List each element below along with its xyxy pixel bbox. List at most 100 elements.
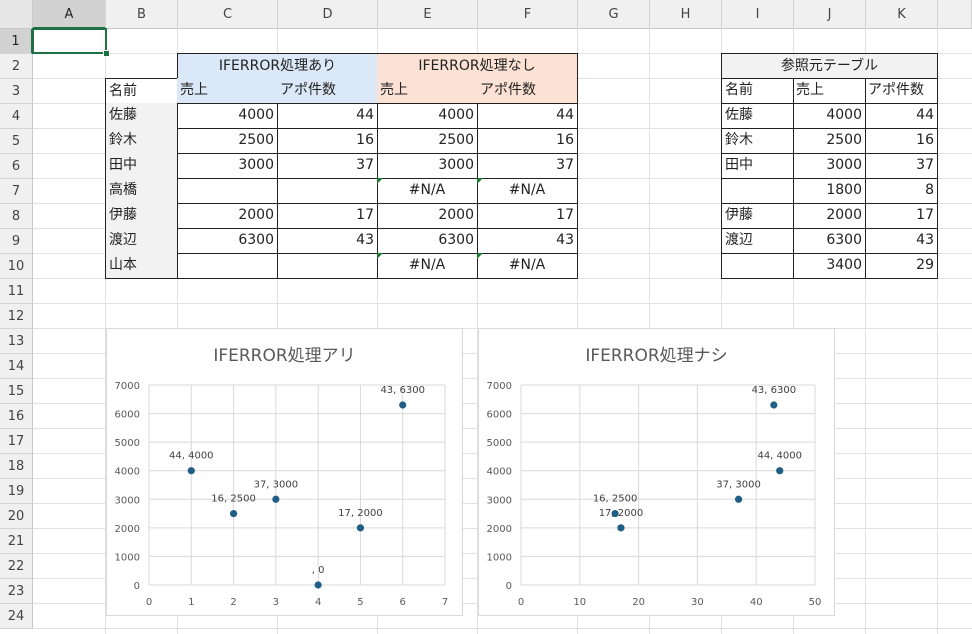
column-header-d[interactable]: D <box>278 0 378 29</box>
ref-appo-cell[interactable]: 17 <box>865 203 938 229</box>
header-sales-without[interactable]: 売上 <box>377 78 478 104</box>
column-header-c[interactable]: C <box>178 0 278 29</box>
row-header-1[interactable]: 1 <box>0 29 33 54</box>
ref-name-cell[interactable] <box>721 178 794 204</box>
column-header-e[interactable]: E <box>378 0 478 29</box>
sales-without-cell[interactable]: 2500 <box>377 128 478 154</box>
row-header-13[interactable]: 13 <box>0 329 33 354</box>
sales-without-cell[interactable]: #N/A <box>377 253 478 279</box>
column-header-a[interactable]: A <box>33 0 106 29</box>
ref-name-cell[interactable] <box>721 253 794 279</box>
chart-with-iferror[interactable]: IFERROR処理アリ 0 1000 2000 3000 4000 5000 6000 7000… <box>106 328 463 616</box>
ref-name-cell[interactable]: 伊藤 <box>721 203 794 229</box>
ref-header-sales[interactable]: 売上 <box>793 78 866 104</box>
appo-without-cell[interactable]: 43 <box>477 228 578 254</box>
ref-name-cell[interactable]: 渡辺 <box>721 228 794 254</box>
spreadsheet-grid[interactable]: A B C D E F G H I J K 1 2 3 4 5 6 7 8 9 10 11 12 13 14 15 16 17 18 19… <box>0 0 972 634</box>
ref-name-cell[interactable]: 鈴木 <box>721 128 794 154</box>
column-header-l[interactable] <box>938 0 972 29</box>
sales-without-cell[interactable]: 4000 <box>377 103 478 129</box>
name-cell[interactable]: 山本 <box>105 253 178 279</box>
appo-without-cell[interactable]: #N/A <box>477 253 578 279</box>
column-header-i[interactable]: I <box>722 0 794 29</box>
column-header-j[interactable]: J <box>794 0 866 29</box>
name-cell[interactable]: 田中 <box>105 153 178 179</box>
ref-appo-cell[interactable]: 37 <box>865 153 938 179</box>
ref-sales-cell[interactable]: 2000 <box>793 203 866 229</box>
sales-without-cell[interactable]: 3000 <box>377 153 478 179</box>
ref-header-name[interactable]: 名前 <box>721 78 794 104</box>
row-header-9[interactable]: 9 <box>0 229 33 254</box>
appo-with-cell[interactable]: 37 <box>277 153 378 179</box>
row-header-18[interactable]: 18 <box>0 454 33 479</box>
row-header-20[interactable]: 20 <box>0 504 33 529</box>
sales-with-cell[interactable]: 6300 <box>177 228 278 254</box>
table-header-with-iferror[interactable]: IFERROR処理あり <box>177 53 378 79</box>
appo-without-cell[interactable]: #N/A <box>477 178 578 204</box>
ref-appo-cell[interactable]: 16 <box>865 128 938 154</box>
appo-with-cell[interactable]: 17 <box>277 203 378 229</box>
row-header-17[interactable]: 17 <box>0 429 33 454</box>
ref-name-cell[interactable]: 佐藤 <box>721 103 794 129</box>
table-header-without-iferror[interactable]: IFERROR処理なし <box>377 53 578 79</box>
appo-without-cell[interactable]: 44 <box>477 103 578 129</box>
appo-with-cell[interactable]: 16 <box>277 128 378 154</box>
ref-appo-cell[interactable]: 43 <box>865 228 938 254</box>
ref-appo-cell[interactable]: 29 <box>865 253 938 279</box>
row-header-23[interactable]: 23 <box>0 579 33 604</box>
ref-name-cell[interactable]: 田中 <box>721 153 794 179</box>
row-header-16[interactable]: 16 <box>0 404 33 429</box>
row-header-22[interactable]: 22 <box>0 554 33 579</box>
header-appo-with[interactable]: アポ件数 <box>277 78 378 104</box>
header-sales-with[interactable]: 売上 <box>177 78 278 104</box>
ref-sales-cell[interactable]: 4000 <box>793 103 866 129</box>
ref-sales-cell[interactable]: 6300 <box>793 228 866 254</box>
appo-without-cell[interactable]: 17 <box>477 203 578 229</box>
appo-without-cell[interactable]: 16 <box>477 128 578 154</box>
ref-appo-cell[interactable]: 8 <box>865 178 938 204</box>
row-header-3[interactable]: 3 <box>0 79 33 104</box>
appo-without-cell[interactable]: 37 <box>477 153 578 179</box>
column-header-f[interactable]: F <box>478 0 578 29</box>
row-header-5[interactable]: 5 <box>0 129 33 154</box>
row-header-8[interactable]: 8 <box>0 204 33 229</box>
column-header-k[interactable]: K <box>866 0 938 29</box>
ref-appo-cell[interactable]: 44 <box>865 103 938 129</box>
header-name[interactable]: 名前 <box>105 78 178 104</box>
column-header-h[interactable]: H <box>650 0 722 29</box>
active-cell-a1[interactable] <box>32 28 107 54</box>
sales-without-cell[interactable]: 6300 <box>377 228 478 254</box>
appo-with-cell[interactable] <box>277 178 378 204</box>
row-header-15[interactable]: 15 <box>0 379 33 404</box>
row-header-2[interactable]: 2 <box>0 54 33 79</box>
row-header-6[interactable]: 6 <box>0 154 33 179</box>
sales-with-cell[interactable]: 4000 <box>177 103 278 129</box>
sales-without-cell[interactable]: 2000 <box>377 203 478 229</box>
sales-with-cell[interactable]: 2500 <box>177 128 278 154</box>
appo-with-cell[interactable] <box>277 253 378 279</box>
ref-sales-cell[interactable]: 1800 <box>793 178 866 204</box>
row-header-11[interactable]: 11 <box>0 279 33 304</box>
sales-with-cell[interactable]: 2000 <box>177 203 278 229</box>
row-header-19[interactable]: 19 <box>0 479 33 504</box>
row-header-4[interactable]: 4 <box>0 104 33 129</box>
header-appo-without[interactable]: アポ件数 <box>477 78 578 104</box>
ref-header-appo[interactable]: アポ件数 <box>865 78 938 104</box>
ref-sales-cell[interactable]: 3000 <box>793 153 866 179</box>
select-all-corner[interactable] <box>0 0 33 29</box>
column-header-g[interactable]: G <box>578 0 650 29</box>
name-cell[interactable]: 伊藤 <box>105 203 178 229</box>
name-cell[interactable]: 渡辺 <box>105 228 178 254</box>
row-header-24[interactable]: 24 <box>0 604 33 629</box>
fill-handle[interactable] <box>103 50 110 57</box>
row-header-14[interactable]: 14 <box>0 354 33 379</box>
sales-with-cell[interactable] <box>177 253 278 279</box>
ref-sales-cell[interactable]: 3400 <box>793 253 866 279</box>
appo-with-cell[interactable]: 43 <box>277 228 378 254</box>
row-header-10[interactable]: 10 <box>0 254 33 279</box>
appo-with-cell[interactable]: 44 <box>277 103 378 129</box>
name-cell[interactable]: 佐藤 <box>105 103 178 129</box>
table-header-reference[interactable]: 参照元テーブル <box>721 53 938 79</box>
sales-with-cell[interactable] <box>177 178 278 204</box>
sales-with-cell[interactable]: 3000 <box>177 153 278 179</box>
